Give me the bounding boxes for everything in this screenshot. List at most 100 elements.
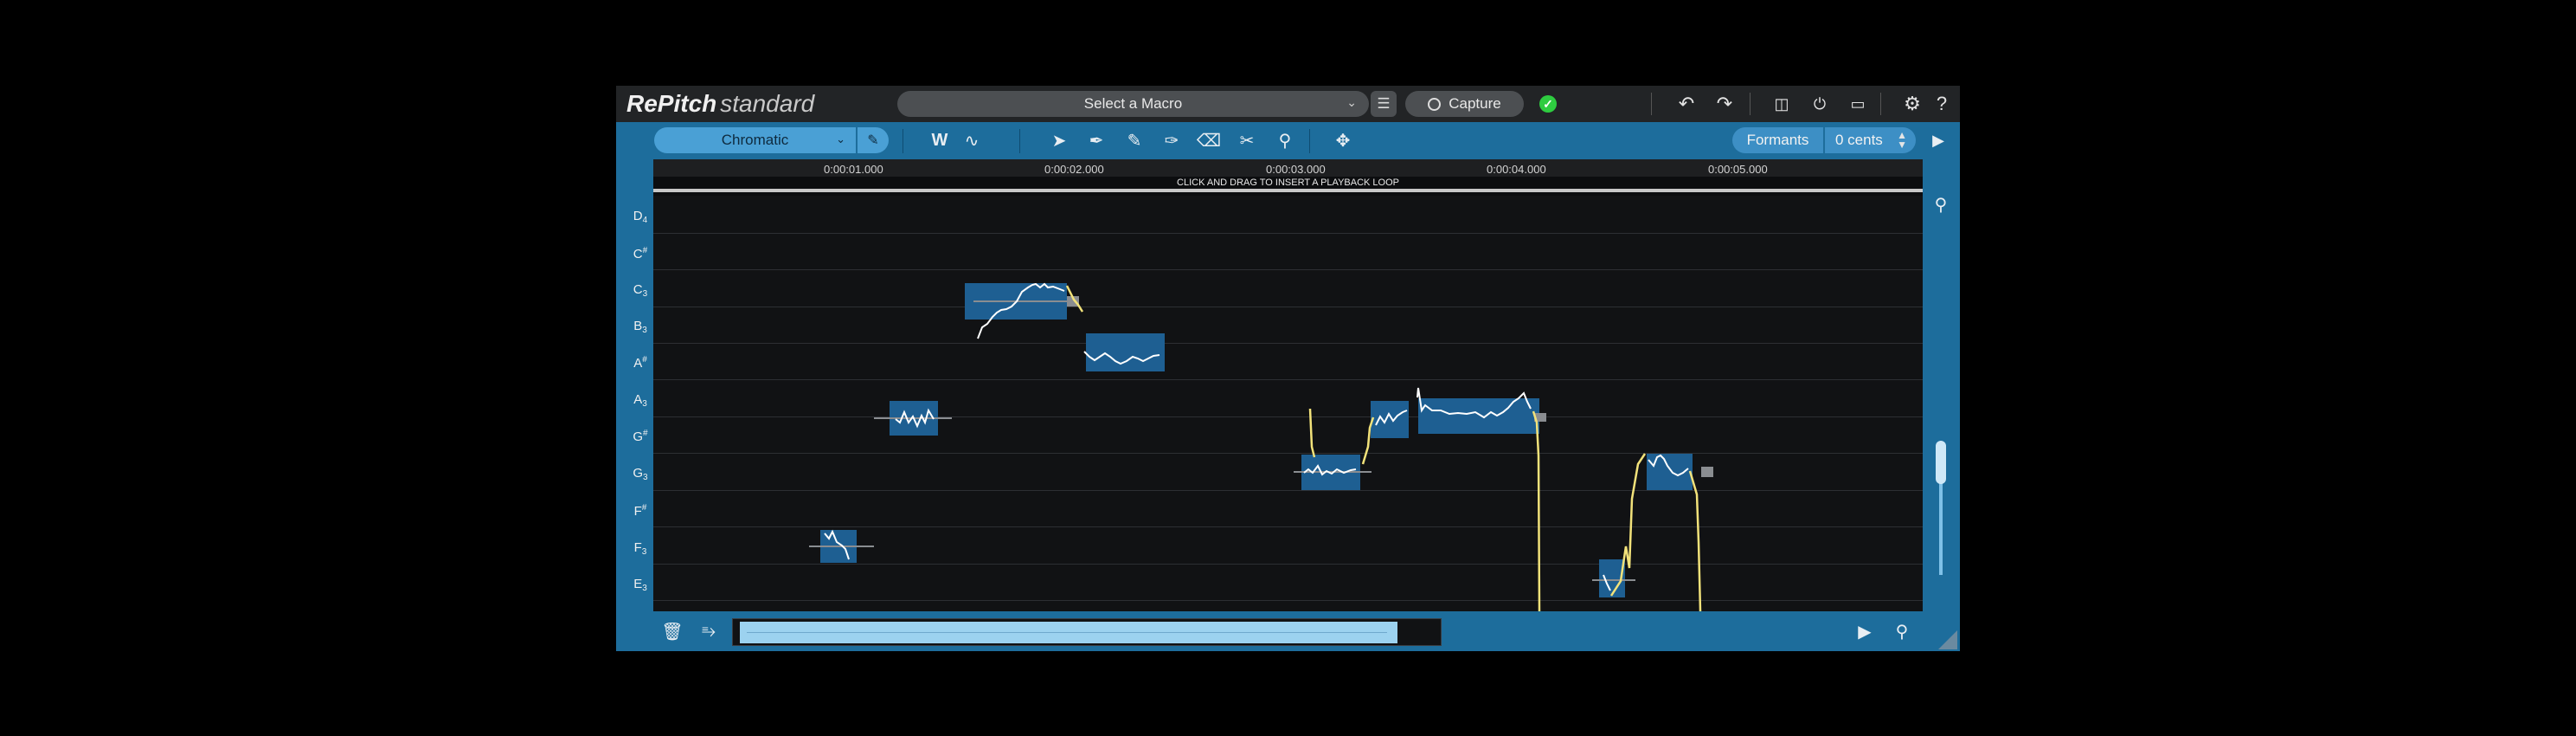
scale-label: Chromatic — [721, 132, 789, 148]
eraser-tool[interactable]: ⌫ — [1193, 125, 1224, 156]
toolbar: Chromatic ⌄ ✎ W ∿ ➤ ✒ ✎ ✑ ⌫ ✂ ⚲ ✥ Forman… — [616, 122, 1960, 159]
pitch-label-d4: D4 — [633, 209, 648, 225]
settings-button[interactable]: ⚙ — [1899, 91, 1925, 117]
pitch-label-c3: C3 — [633, 282, 648, 299]
undo-icon: ↶ — [1678, 93, 1695, 114]
pitch-wave-icon: W — [931, 130, 948, 150]
vertical-scroll-thumb[interactable] — [1936, 441, 1946, 484]
pointer-icon: ➤ — [1051, 131, 1067, 151]
title-bar: RePitch standard Select a Macro ⌄ ☰ Captu… — [616, 86, 1960, 122]
pitch-label-fsharp: F# — [633, 503, 647, 519]
resize-grip-icon[interactable] — [1938, 630, 1957, 649]
layout-button[interactable]: ◫ — [1769, 91, 1795, 117]
magnifier-icon: ⚲ — [1934, 196, 1948, 215]
redo-icon: ↷ — [1716, 93, 1733, 114]
stepper-arrows-icon: ▲ ▼ — [1897, 129, 1907, 151]
eraser-icon: ⌫ — [1196, 131, 1222, 151]
loop-hint: CLICK AND DRAG TO INSERT A PLAYBACK LOOP — [1177, 178, 1399, 188]
power-icon: ⏻ — [1813, 94, 1827, 113]
split-button[interactable]: ⥱ — [696, 618, 722, 644]
pencil-icon: ✎ — [867, 133, 879, 148]
waveform-icon: ∿ — [964, 131, 980, 151]
app-edition: standard — [720, 90, 815, 117]
loop-bar[interactable]: CLICK AND DRAG TO INSERT A PLAYBACK LOOP — [653, 177, 1923, 196]
capture-button[interactable]: Capture — [1405, 91, 1524, 117]
loop-track — [653, 189, 1923, 192]
scale-select[interactable]: Chromatic ⌄ — [654, 127, 856, 153]
note-handle[interactable] — [1701, 467, 1713, 477]
note-block[interactable] — [1371, 401, 1409, 438]
pitch-label-e3: E3 — [633, 577, 647, 593]
formants-label: Formants — [1746, 132, 1809, 148]
horizontal-zoom-button[interactable]: ⚲ — [1885, 618, 1919, 644]
record-icon — [1428, 97, 1442, 111]
pitch-editor-grid[interactable] — [653, 196, 1923, 611]
bypass-button[interactable]: ⏻ — [1807, 91, 1833, 117]
pitch-tool[interactable]: ✒ — [1081, 125, 1112, 156]
note-block[interactable] — [1418, 398, 1539, 434]
follow-playhead-button[interactable]: ▶ — [1923, 125, 1954, 156]
draw-tool[interactable]: ✎ — [1119, 125, 1150, 156]
app-name: RePitch — [626, 90, 717, 117]
app-logo: RePitch standard — [626, 89, 814, 119]
brush-tool[interactable]: ✑ — [1156, 125, 1187, 156]
delete-button[interactable]: 🗑 — [659, 618, 685, 644]
chevron-down-icon: ⌄ — [1346, 95, 1357, 109]
checkmark-icon: ✓ — [1539, 95, 1557, 113]
time-tick: 0:00:05.000 — [1708, 163, 1768, 176]
trash-icon: 🗑 — [661, 622, 684, 642]
sliders-icon: ☰ — [1377, 95, 1391, 112]
pitch-label-a3: A3 — [633, 392, 647, 409]
vertical-zoom-button[interactable]: ⚲ — [1930, 194, 1952, 216]
speaker-arrow-icon: ▶ — [1858, 622, 1872, 642]
divider — [1309, 129, 1310, 153]
macro-settings-button[interactable]: ☰ — [1371, 91, 1397, 117]
scale-edit-button[interactable]: ✎ — [858, 127, 889, 153]
zoom-tool[interactable]: ⚲ — [1269, 125, 1301, 156]
divider — [1651, 93, 1652, 115]
question-icon: ? — [1936, 93, 1948, 114]
split-tool[interactable]: ✂ — [1231, 125, 1262, 156]
redo-button[interactable]: ↷ — [1712, 91, 1738, 117]
macro-select[interactable]: Select a Macro ⌄ — [897, 91, 1369, 117]
divider — [1750, 93, 1751, 115]
zoom-icon: ⚲ — [1895, 622, 1909, 642]
resize-button[interactable]: ▭ — [1845, 91, 1871, 117]
undo-button[interactable]: ↶ — [1673, 91, 1699, 117]
notes-layer — [809, 282, 1713, 611]
macro-select-label: Select a Macro — [1083, 95, 1183, 112]
scissors-icon: ✂ — [1239, 131, 1255, 151]
capture-label: Capture — [1449, 95, 1501, 112]
pitch-label-asharp: A# — [633, 355, 647, 371]
time-tick: 0:00:04.000 — [1487, 163, 1546, 176]
pitch-view-button[interactable]: W — [924, 125, 955, 156]
formants-button[interactable]: Formants — [1732, 127, 1823, 153]
move-tool[interactable]: ✥ — [1327, 125, 1359, 156]
pitch-label-gsharp: G# — [633, 429, 648, 444]
time-tick: 0:00:03.000 — [1266, 163, 1326, 176]
waveform-view-button[interactable]: ∿ — [956, 125, 987, 156]
cents-stepper[interactable]: 0 cents ▲ ▼ — [1825, 127, 1916, 153]
note-block[interactable] — [1086, 333, 1165, 371]
speaker-arrow-icon: ▶ — [1932, 131, 1944, 149]
split-icon: ⥱ — [702, 621, 716, 641]
select-tool[interactable]: ➤ — [1044, 125, 1075, 156]
time-tick: 0:00:02.000 — [1044, 163, 1104, 176]
time-tick: 0:00:01.000 — [824, 163, 883, 176]
magnifier-icon: ⚲ — [1278, 131, 1292, 151]
divider — [1880, 93, 1881, 115]
overview-scrollbar[interactable] — [732, 618, 1442, 646]
brush-icon: ✑ — [1164, 131, 1179, 151]
bottom-bar: 🗑 ⥱ ▶ ⚲ — [616, 611, 1960, 651]
overview-waveform — [747, 632, 1387, 633]
chevron-down-icon: ⌄ — [836, 132, 845, 145]
pitch-label-csharp: C# — [633, 246, 648, 261]
follow-button[interactable]: ▶ — [1852, 618, 1878, 644]
help-button[interactable]: ? — [1929, 91, 1955, 117]
cents-value: 0 cents — [1835, 132, 1883, 148]
columns-icon: ◫ — [1774, 94, 1789, 113]
right-strip: ⚲ — [1923, 159, 1960, 611]
note-block[interactable] — [1647, 454, 1693, 490]
timeline-ruler[interactable]: 0:00:01.000 0:00:02.000 0:00:03.000 0:00… — [653, 159, 1923, 177]
screen-lock-icon: ▭ — [1850, 94, 1866, 113]
